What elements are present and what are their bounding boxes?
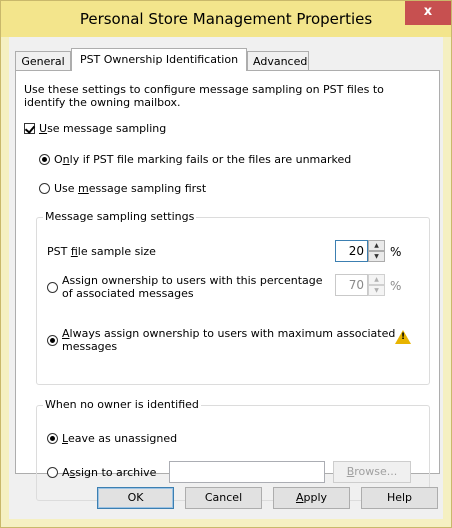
tab-pst-ownership-label: PST Ownership Identification: [79, 53, 239, 66]
spin-up-icon[interactable]: ▲: [368, 240, 385, 251]
sample-size-label: PST file sample size: [47, 245, 156, 258]
dialog-client-area: General PST Ownership Identification Adv…: [9, 37, 443, 519]
tab-general-label: General: [21, 55, 65, 68]
assign-percentage-percent: %: [390, 279, 402, 293]
sampling-settings-label: Message sampling settings: [43, 210, 197, 223]
ok-button[interactable]: OK: [97, 487, 174, 509]
apply-button[interactable]: Apply: [273, 487, 350, 509]
warning-icon: !: [395, 330, 411, 344]
sample-size-input[interactable]: 20: [335, 240, 368, 262]
archive-path-input[interactable]: [169, 461, 325, 483]
assign-percentage-radio[interactable]: [47, 282, 58, 293]
always-assign-radio[interactable]: [47, 335, 58, 346]
assign-percentage-spinner[interactable]: ▲ ▼: [368, 274, 385, 296]
tab-general[interactable]: General: [15, 51, 71, 70]
sampling-first-radio[interactable]: [39, 183, 50, 194]
tab-pst-ownership-identification[interactable]: PST Ownership Identification: [71, 48, 247, 71]
browse-button[interactable]: Browse...: [333, 461, 411, 483]
sampling-first-label[interactable]: Use message sampling first: [54, 182, 206, 195]
cancel-button[interactable]: Cancel: [185, 487, 262, 509]
spin-down-icon[interactable]: ▼: [368, 251, 385, 262]
no-owner-label: When no owner is identified: [43, 398, 201, 411]
sampling-settings-group: Message sampling settings PST file sampl…: [36, 210, 430, 385]
help-button[interactable]: Help: [361, 487, 438, 509]
sample-size-spinner[interactable]: ▲ ▼: [368, 240, 385, 262]
always-assign-label[interactable]: Always assign ownership to users with ma…: [62, 327, 395, 353]
assign-archive-radio[interactable]: [47, 467, 58, 478]
window-title: Personal Store Management Properties: [79, 10, 373, 28]
close-icon: x: [423, 4, 433, 19]
assign-percentage-label[interactable]: Assign ownership to users with this perc…: [62, 274, 323, 300]
spin-down-icon[interactable]: ▼: [368, 285, 385, 296]
tab-advanced-label: Advanced: [253, 55, 308, 68]
sample-size-percent: %: [390, 245, 402, 259]
use-sampling-checkbox[interactable]: [24, 123, 35, 134]
tab-advanced[interactable]: Advanced: [247, 51, 309, 70]
leave-unassigned-radio[interactable]: [47, 433, 58, 444]
properties-dialog: Personal Store Management Properties x G…: [0, 0, 452, 528]
close-button[interactable]: x: [405, 1, 451, 25]
only-if-label[interactable]: Only if PST file marking fails or the fi…: [54, 153, 351, 166]
assign-archive-label[interactable]: Assign to archive: [62, 466, 156, 479]
intro-text: Use these settings to configure message …: [24, 83, 384, 109]
assign-percentage-input[interactable]: 70: [335, 274, 368, 296]
tab-panel: Use these settings to configure message …: [15, 70, 440, 501]
only-if-radio[interactable]: [39, 154, 50, 165]
leave-unassigned-label[interactable]: Leave as unassigned: [62, 432, 177, 445]
use-sampling-label[interactable]: Use message sampling: [39, 122, 166, 135]
spin-up-icon[interactable]: ▲: [368, 274, 385, 285]
title-bar[interactable]: Personal Store Management Properties x: [1, 1, 451, 37]
